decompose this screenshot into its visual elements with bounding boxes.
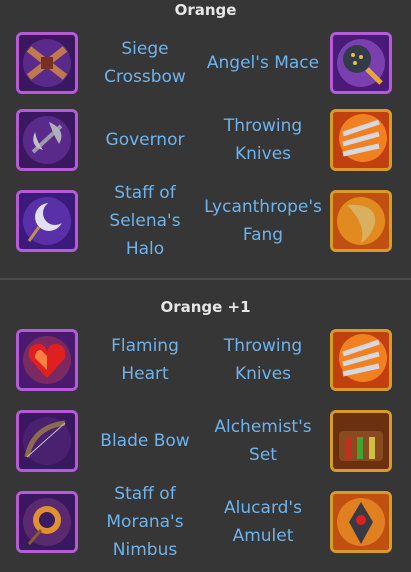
section-title: Orange +1 <box>160 298 251 316</box>
item-row: Flaming Heart Throwing Knives <box>0 324 411 396</box>
item-name: Governor <box>105 130 185 150</box>
item-name: Flaming Heart <box>111 336 179 384</box>
siege-crossbow-icon[interactable] <box>16 32 78 94</box>
item-name: Blade Bow <box>100 431 190 451</box>
item-name: Alchemist's Set <box>214 417 312 465</box>
item-name: Throwing Knives <box>223 116 303 164</box>
item-row: Blade Bow Alchemist's Set <box>0 405 411 477</box>
flaming-heart-icon[interactable] <box>16 329 78 391</box>
item-row: Staff of Morana's Nimbus Alucard's Amule… <box>0 484 411 560</box>
alucards-amulet-icon[interactable] <box>330 491 392 553</box>
item-name: Staff of Morana's Nimbus <box>106 484 184 560</box>
section-title: Orange <box>174 1 237 19</box>
item-row: Siege Crossbow Angel's Mace <box>0 27 411 99</box>
throwing-knives-icon[interactable] <box>330 329 392 391</box>
throwing-knives-icon[interactable] <box>330 109 392 171</box>
section-orange: Orange Siege Crossbow Angel's Mace Gover… <box>0 0 411 278</box>
item-row: Governor Throwing Knives <box>0 104 411 176</box>
item-name: Throwing Knives <box>223 336 303 384</box>
section-orange-plus-1: Orange +1 Flaming Heart Throwing Knives … <box>0 280 411 572</box>
lycanthropes-fang-icon[interactable] <box>330 190 392 252</box>
blade-bow-icon[interactable] <box>16 410 78 472</box>
item-name: Staff of Selena's Halo <box>109 183 181 259</box>
item-name: Siege Crossbow <box>104 39 186 87</box>
alchemists-set-icon[interactable] <box>330 410 392 472</box>
item-name: Angel's Mace <box>206 53 320 73</box>
staff-of-moranas-nimbus-icon[interactable] <box>16 491 78 553</box>
item-row: Staff of Selena's Halo Lycanthrope's Fan… <box>0 183 411 259</box>
staff-of-selenas-halo-icon[interactable] <box>16 190 78 252</box>
governor-axe-icon[interactable] <box>16 109 78 171</box>
item-name: Lycanthrope's Fang <box>204 197 322 245</box>
item-name: Alucard's Amulet <box>224 498 302 546</box>
angels-mace-icon[interactable] <box>330 32 392 94</box>
